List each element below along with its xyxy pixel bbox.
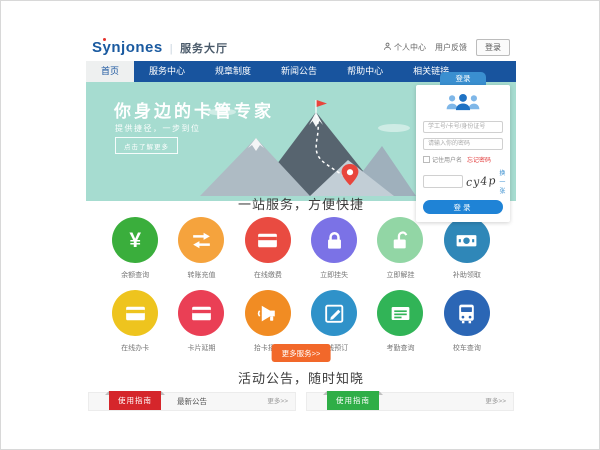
service-item[interactable]: 卡片延期 [168,290,234,353]
service-label: 考勤查询 [386,343,414,353]
login-tab[interactable]: 登录 [440,72,486,85]
card-icon [245,217,291,263]
yen-icon: ¥ [112,217,158,263]
browser-page: Synjones | 服务大厅 个人中心 用户反馈 登录 首页 服务中心 规章制… [0,0,600,450]
service-label: 在线缴费 [254,270,282,280]
usage-guide-ribbon-green[interactable]: 使用指南 [327,391,379,410]
hero-subtitle: 提供捷径，一步到位 [115,123,201,134]
attendance-icon [377,290,423,336]
nav-item-home[interactable]: 首页 [86,61,134,82]
login-panel: 登录 记住用户名 忘记密码 cy4 [416,72,510,222]
service-item[interactable]: 考勤查询 [367,290,433,353]
service-label: 校车查询 [453,343,481,353]
user-icon [383,42,392,53]
service-item[interactable]: 在线办卡 [102,290,168,353]
service-item[interactable]: 校车查询 [434,290,500,353]
latest-news-tab[interactable]: 最新公告 [177,393,207,410]
remember-checkbox[interactable] [423,156,430,163]
more-link-right[interactable]: 更多>> [485,393,506,410]
announcements-section-title: 活动公告，随时知晓 [86,368,516,387]
site-header: Synjones | 服务大厅 个人中心 用户反馈 登录 [86,34,516,61]
nav-item-service-center[interactable]: 服务中心 [134,61,200,82]
header-actions: 个人中心 用户反馈 登录 [383,39,510,56]
captcha-refresh-link[interactable]: 换一张 [499,168,505,195]
remember-label: 记住用户名 [432,155,462,164]
header-login-button[interactable]: 登录 [476,39,510,56]
service-item[interactable]: 立即挂失 [301,217,367,280]
service-label: 卡片延期 [187,343,215,353]
service-item[interactable]: 在线缴费 [235,217,301,280]
login-submit-button[interactable]: 登录 [423,200,503,214]
lock-icon [311,217,357,263]
personal-center-link[interactable]: 个人中心 [383,42,426,53]
logo-y: y [103,39,112,56]
service-label: 余额查询 [121,270,149,280]
transfer-icon [178,217,224,263]
service-item[interactable]: ¥ 余额查询 [102,217,168,280]
captcha-image[interactable]: cy4p [466,174,497,189]
captcha-input[interactable] [423,175,463,188]
more-services-button[interactable]: 更多服务>> [272,344,331,362]
service-item[interactable]: 立即解挂 [367,217,433,280]
forgot-password-link[interactable]: 忘记密码 [467,155,491,164]
feedback-label: 用户反馈 [435,42,467,53]
service-label: 在线办卡 [121,343,149,353]
service-item[interactable]: 补助领取 [434,217,500,280]
users-icon [423,92,503,117]
logo-divider: | [170,43,173,55]
service-item[interactable]: 转账充值 [168,217,234,280]
site-title: 服务大厅 [180,40,228,56]
feedback-link[interactable]: 用户反馈 [435,42,467,53]
logo-text-1: S [92,39,103,56]
service-label: 立即解挂 [386,270,414,280]
more-link-left[interactable]: 更多>> [267,393,288,410]
nav-item-help-center[interactable]: 帮助中心 [332,61,398,82]
service-label: 转账充值 [187,270,215,280]
mountains-illustration [198,98,416,201]
announcement-panels: 使用指南 最新公告 更多>> 使用指南 更多>> [88,392,514,411]
edit-icon [311,290,357,336]
banknote-icon [444,217,490,263]
megaphone-icon [245,290,291,336]
announcement-panel-left: 使用指南 最新公告 更多>> [88,392,296,411]
logo[interactable]: Synjones | 服务大厅 [92,39,228,56]
card-icon [178,290,224,336]
service-label: 立即挂失 [320,270,348,280]
announcement-panel-right: 使用指南 更多>> [306,392,514,411]
hero-cta-button[interactable]: 点击了解更多 [115,137,178,154]
password-input[interactable] [423,138,503,150]
service-label: 补助领取 [453,270,481,280]
personal-center-label: 个人中心 [394,42,426,53]
nav-item-news[interactable]: 新闻公告 [266,61,332,82]
nav-item-regulations[interactable]: 规章制度 [200,61,266,82]
services-grid: ¥余额查询转账充值在线缴费立即挂失立即解挂补助领取在线办卡卡片延期拾卡招领在线预… [102,217,500,353]
unlock-icon [377,217,423,263]
username-input[interactable] [423,121,503,133]
usage-guide-ribbon[interactable]: 使用指南 [109,391,161,410]
logo-text-2: njones [111,39,162,56]
card-icon [112,290,158,336]
bus-icon [444,290,490,336]
